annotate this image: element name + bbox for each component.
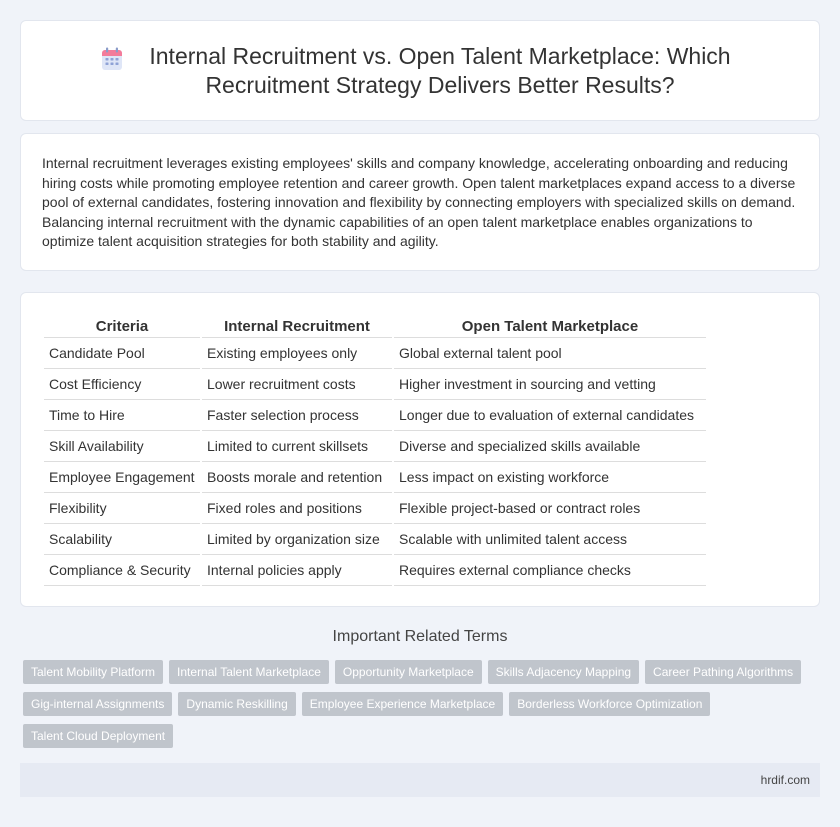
- table-row: Cost Efficiency Lower recruitment costs …: [44, 369, 706, 400]
- cell-open: Scalable with unlimited talent access: [394, 524, 706, 555]
- term-tag[interactable]: Internal Talent Marketplace: [169, 660, 329, 684]
- footer: hrdif.com: [20, 763, 820, 797]
- cell-criteria: Compliance & Security: [44, 555, 200, 586]
- table-row: Employee Engagement Boosts morale and re…: [44, 462, 706, 493]
- header-open-talent-marketplace: Open Talent Marketplace: [394, 316, 706, 338]
- cell-internal: Limited to current skillsets: [202, 431, 392, 462]
- term-tag[interactable]: Talent Mobility Platform: [23, 660, 164, 684]
- page-title: Internal Recruitment vs. Open Talent Mar…: [149, 42, 731, 98]
- cell-criteria: Scalability: [44, 524, 200, 555]
- cell-criteria: Time to Hire: [44, 400, 200, 431]
- term-tag[interactable]: Employee Experience Marketplace: [301, 692, 504, 716]
- cell-internal: Boosts morale and retention: [202, 462, 392, 493]
- cell-open: Higher investment in sourcing and vettin…: [394, 369, 706, 400]
- term-tag[interactable]: Gig-internal Assignments: [23, 692, 173, 716]
- cell-criteria: Candidate Pool: [44, 338, 200, 369]
- page: Internal Recruitment vs. Open Talent Mar…: [0, 0, 840, 827]
- cell-open: Less impact on existing workforce: [394, 462, 706, 493]
- cell-criteria: Skill Availability: [44, 431, 200, 462]
- table-row: Compliance & Security Internal policies …: [44, 555, 706, 586]
- cell-internal: Existing employees only: [202, 338, 392, 369]
- cell-open: Global external talent pool: [394, 338, 706, 369]
- table-row: Time to Hire Faster selection process Lo…: [44, 400, 706, 431]
- cell-internal: Internal policies apply: [202, 555, 392, 586]
- header-card: Internal Recruitment vs. Open Talent Mar…: [20, 20, 820, 121]
- related-terms-heading: Important Related Terms: [332, 628, 508, 645]
- footer-site-link[interactable]: hrdif.com: [761, 773, 810, 787]
- title-row: Internal Recruitment vs. Open Talent Mar…: [21, 21, 819, 120]
- cell-internal: Limited by organization size: [202, 524, 392, 555]
- term-tag[interactable]: Talent Cloud Deployment: [23, 724, 174, 748]
- cell-open: Flexible project-based or contract roles: [394, 493, 706, 524]
- table-row: Scalability Limited by organization size…: [44, 524, 706, 555]
- cell-open: Requires external compliance checks: [394, 555, 706, 586]
- table-row: Flexibility Fixed roles and positions Fl…: [44, 493, 706, 524]
- cell-open: Longer due to evaluation of external can…: [394, 400, 706, 431]
- header-criteria: Criteria: [44, 316, 200, 338]
- term-tag[interactable]: Opportunity Marketplace: [334, 660, 482, 684]
- comparison-table: Criteria Internal Recruitment Open Talen…: [42, 316, 708, 586]
- comparison-table-card: Criteria Internal Recruitment Open Talen…: [20, 292, 820, 607]
- intro-text: Internal recruitment leverages existing …: [42, 155, 796, 250]
- cell-internal: Faster selection process: [202, 400, 392, 431]
- cell-internal: Fixed roles and positions: [202, 493, 392, 524]
- table-header-row: Criteria Internal Recruitment Open Talen…: [44, 316, 706, 338]
- cell-criteria: Flexibility: [44, 493, 200, 524]
- cell-criteria: Cost Efficiency: [44, 369, 200, 400]
- term-tag[interactable]: Skills Adjacency Mapping: [487, 660, 640, 684]
- cell-open: Diverse and specialized skills available: [394, 431, 706, 462]
- table-row: Skill Availability Limited to current sk…: [44, 431, 706, 462]
- term-tag[interactable]: Career Pathing Algorithms: [645, 660, 802, 684]
- header-internal-recruitment: Internal Recruitment: [202, 316, 392, 338]
- related-terms-tags: Talent Mobility Platform Internal Talent…: [23, 660, 823, 748]
- term-tag[interactable]: Dynamic Reskilling: [178, 692, 296, 716]
- cell-criteria: Employee Engagement: [44, 462, 200, 493]
- table-row: Candidate Pool Existing employees only G…: [44, 338, 706, 369]
- cell-internal: Lower recruitment costs: [202, 369, 392, 400]
- term-tag[interactable]: Borderless Workforce Optimization: [509, 692, 711, 716]
- intro-card: Internal recruitment leverages existing …: [20, 133, 820, 271]
